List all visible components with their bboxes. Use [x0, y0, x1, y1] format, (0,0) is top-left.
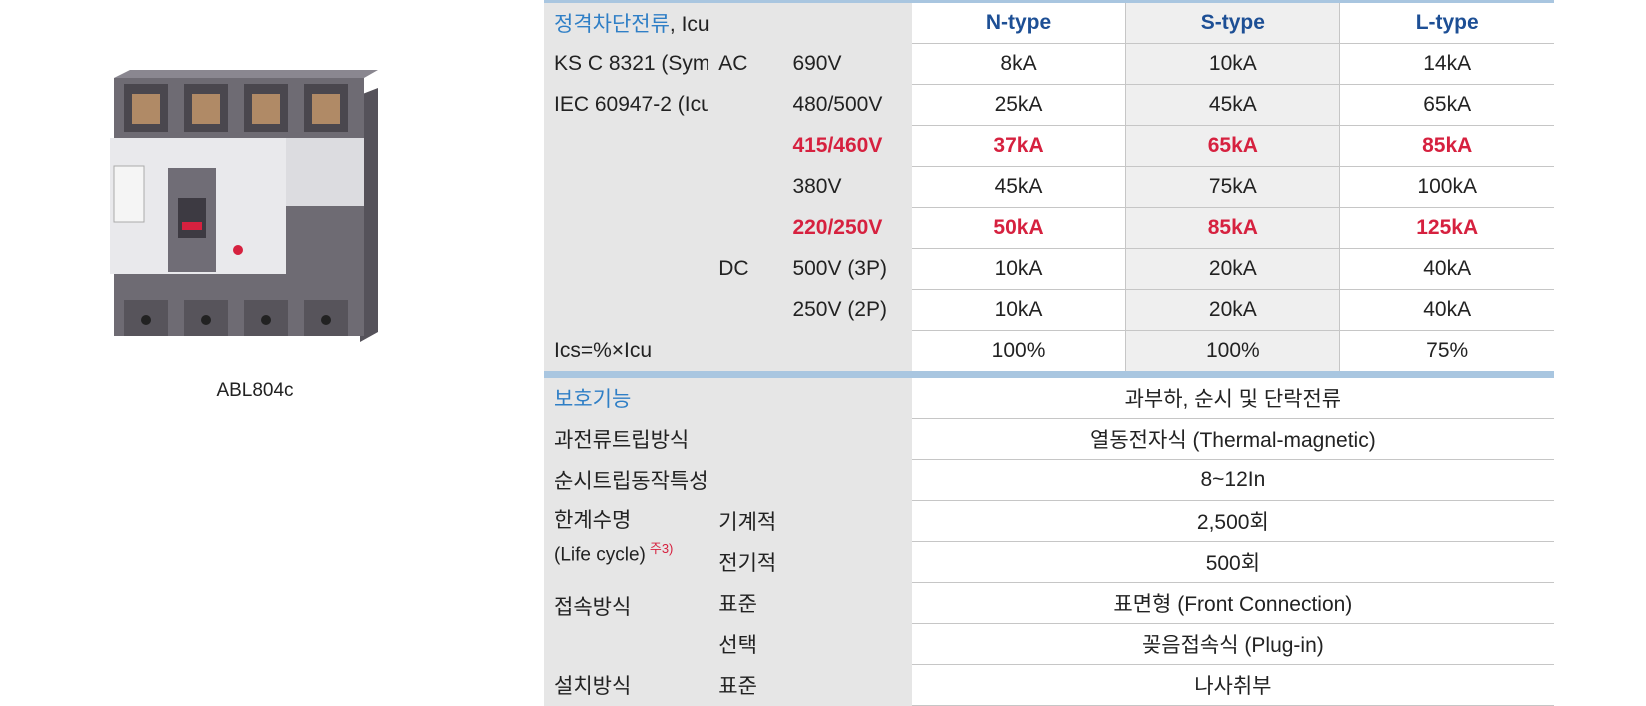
rated-breaking-current-label: 정격차단전류, Icu	[544, 0, 912, 44]
install-std-label: 표준	[708, 664, 912, 706]
table-row: DC 500V (3P) 10kA 20kA 40kA	[544, 248, 1554, 290]
install-label: 설치방식	[544, 664, 709, 706]
spec-table: 정격차단전류, Icu N-type S-type L-type KS C 83…	[544, 0, 1554, 706]
trip-method-row: 과전류트립방식 열동전자식 (Thermal-magnetic)	[544, 418, 1554, 460]
life-label-en: (Life cycle)	[554, 543, 646, 565]
electrical-value: 500회	[911, 541, 1554, 583]
l-value: 100kA	[1339, 166, 1554, 208]
voltage-cell: 690V	[782, 43, 912, 85]
n-value: 10kA	[911, 248, 1126, 290]
n-value: 45kA	[911, 166, 1126, 208]
s-value: 100%	[1125, 330, 1341, 375]
voltage-cell: 415/460V	[782, 125, 912, 167]
l-value: 65kA	[1339, 84, 1554, 126]
dc-label: DC	[708, 248, 783, 290]
l-value: 40kA	[1339, 248, 1554, 290]
ics-row: Ics=%×Icu 100% 100% 75%	[544, 330, 1554, 375]
connection-std-label: 표준	[708, 582, 912, 624]
s-value: 75kA	[1125, 166, 1341, 208]
connection-opt-value: 꽂음접속식 (Plug-in)	[911, 623, 1554, 665]
voltage-cell: 380V	[782, 166, 912, 208]
voltage-cell: 480/500V	[782, 84, 912, 126]
s-value: 45kA	[1125, 84, 1341, 126]
s-value: 10kA	[1125, 43, 1341, 85]
l-value: 14kA	[1339, 43, 1554, 85]
table-row: 415/460V 37kA 65kA 85kA	[544, 125, 1554, 167]
product-caption: ABL804c	[216, 380, 294, 401]
l-value: 40kA	[1339, 289, 1554, 331]
l-value: 85kA	[1339, 125, 1554, 167]
s-value: 20kA	[1125, 248, 1341, 290]
n-value: 37kA	[911, 125, 1126, 167]
table-row: 220/250V 50kA 85kA 125kA	[544, 207, 1554, 249]
protection-value: 과부하, 순시 및 단락전류	[911, 371, 1554, 419]
instant-trip-label: 순시트립동작특성	[544, 459, 912, 501]
connection-std-row: 접속방식 표준 표면형 (Front Connection)	[544, 582, 1554, 665]
s-value: 65kA	[1125, 125, 1341, 167]
voltage-cell: 220/250V	[782, 207, 912, 249]
ac-label: AC	[708, 43, 783, 85]
n-value: 10kA	[911, 289, 1126, 331]
col-n-type: N-type	[911, 0, 1126, 44]
install-row: 설치방식 표준 나사취부	[544, 664, 1554, 706]
l-value: 125kA	[1339, 207, 1554, 249]
n-value: 25kA	[911, 84, 1126, 126]
table-row: 380V 45kA 75kA 100kA	[544, 166, 1554, 208]
install-value: 나사취부	[911, 664, 1554, 706]
l-value: 75%	[1339, 330, 1554, 375]
table-row: 250V (2P) 10kA 20kA 40kA	[544, 289, 1554, 331]
electrical-label: 전기적	[708, 541, 912, 583]
instant-trip-value: 8~12In	[911, 459, 1554, 501]
instant-trip-row: 순시트립동작특성 8~12In	[544, 459, 1554, 501]
protection-row: 보호기능 과부하, 순시 및 단락전류	[544, 371, 1554, 419]
connection-opt-label: 선택	[708, 623, 912, 665]
voltage-cell: 500V (3P)	[782, 248, 912, 290]
s-value: 85kA	[1125, 207, 1341, 249]
connection-label: 접속방식	[544, 582, 709, 665]
life-label-ko: 한계수명	[554, 508, 632, 532]
trip-method-value: 열동전자식 (Thermal-magnetic)	[911, 418, 1554, 460]
table-row: KS C 8321 (Sym) AC 690V 8kA 10kA 14kA	[544, 43, 1554, 85]
standard-ks: KS C 8321 (Sym)	[544, 43, 709, 85]
n-value: 50kA	[911, 207, 1126, 249]
s-value: 20kA	[1125, 289, 1341, 331]
mechanical-label: 기계적	[708, 500, 912, 542]
n-value: 100%	[911, 330, 1126, 375]
n-value: 8kA	[911, 43, 1126, 85]
mechanical-value: 2,500회	[911, 500, 1554, 542]
protection-label: 보호기능	[544, 371, 912, 419]
voltage-cell: 250V (2P)	[782, 289, 912, 331]
trip-method-label: 과전류트립방식	[544, 418, 912, 460]
col-s-type: S-type	[1125, 0, 1341, 44]
life-cycle-label: 한계수명 (Life cycle) 주3)	[544, 500, 709, 583]
footnote-ref: 주3)	[649, 540, 674, 556]
connection-std-value: 표면형 (Front Connection)	[911, 582, 1554, 624]
header-row: 정격차단전류, Icu N-type S-type L-type	[544, 0, 1554, 44]
ics-label: Ics=%×Icu	[544, 330, 912, 375]
standard-iec: IEC 60947-2 (Icu)	[544, 84, 709, 126]
product-image	[110, 70, 400, 390]
life-mech-row: 한계수명 (Life cycle) 주3) 기계적 2,500회	[544, 500, 1554, 583]
table-row: IEC 60947-2 (Icu) 480/500V 25kA 45kA 65k…	[544, 84, 1554, 126]
col-l-type: L-type	[1339, 0, 1554, 44]
